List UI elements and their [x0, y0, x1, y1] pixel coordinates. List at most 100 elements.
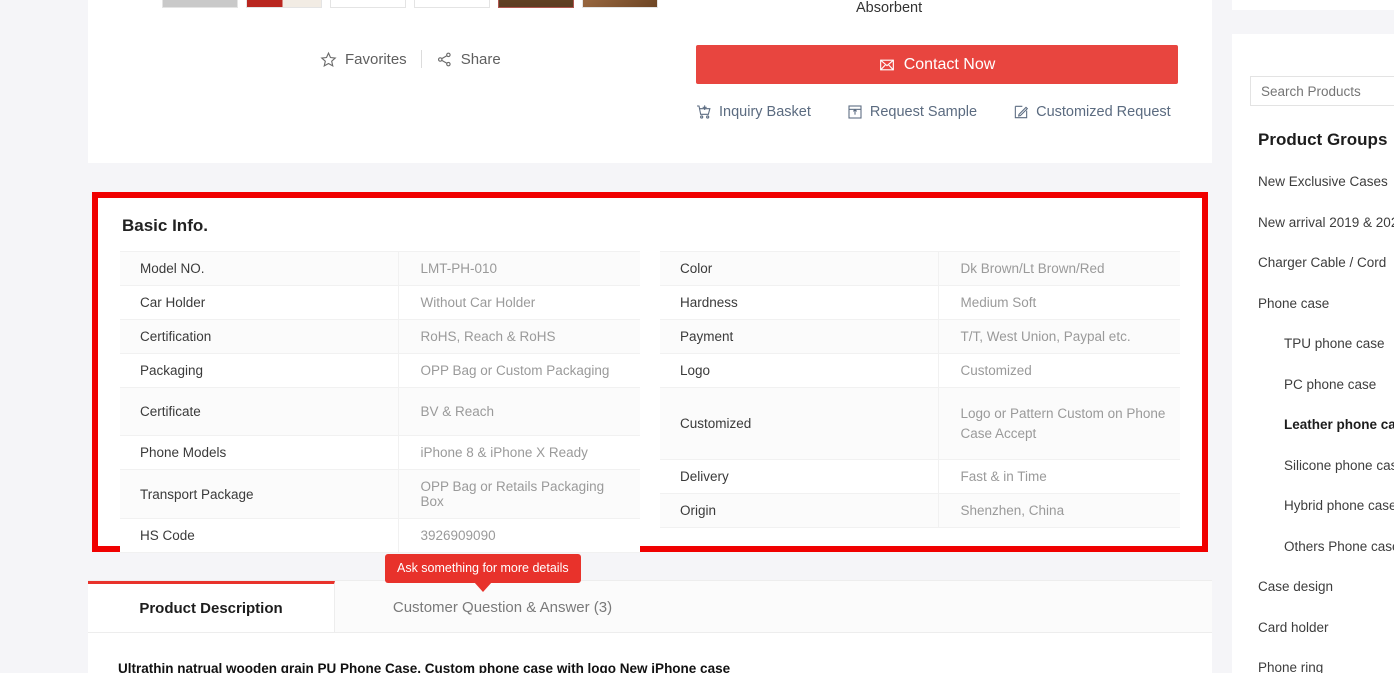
- table-row: Phone ModelsiPhone 8 & iPhone X Ready: [120, 436, 640, 470]
- tab-customer-question-answer[interactable]: Customer Question & Answer (3): [335, 581, 670, 633]
- row-value: Without Car Holder: [398, 286, 640, 320]
- tab-label: Product Description: [139, 600, 282, 617]
- share-icon: [436, 51, 453, 68]
- row-key: Packaging: [120, 354, 398, 388]
- basic-info-table-right: ColorDk Brown/Lt Brown/Red HardnessMediu…: [660, 251, 1180, 528]
- row-value: iPhone 8 & iPhone X Ready: [398, 436, 640, 470]
- thumbnail-strip: [162, 0, 658, 8]
- sidebar-item-new-exclusive-cases[interactable]: New Exclusive Cases: [1258, 162, 1394, 203]
- thumbnail-6[interactable]: [582, 0, 658, 8]
- inquiry-basket-link[interactable]: Inquiry Basket: [696, 104, 811, 120]
- thumbnail-4[interactable]: [414, 0, 490, 8]
- table-row: Transport PackageOPP Bag or Retails Pack…: [120, 470, 640, 519]
- table-row: Car HolderWithout Car Holder: [120, 286, 640, 320]
- search-input[interactable]: [1250, 76, 1394, 106]
- feature-label: Absorbent: [856, 0, 922, 16]
- sidebar-item-hybrid-phone-case[interactable]: Hybrid phone case: [1258, 486, 1394, 527]
- sidebar-item-silicone-phone-case[interactable]: Silicone phone case: [1258, 446, 1394, 487]
- favorites-button[interactable]: Favorites: [306, 51, 421, 68]
- thumbnail-2[interactable]: [246, 0, 322, 8]
- row-value: T/T, West Union, Paypal etc.: [938, 320, 1180, 354]
- sidebar-item-label: Leather phone case: [1284, 417, 1394, 432]
- row-value: OPP Bag or Retails Packaging Box: [398, 470, 640, 519]
- table-row: Model NO.LMT-PH-010: [120, 252, 640, 286]
- sidebar-item-case-design[interactable]: Case design: [1258, 567, 1394, 608]
- customized-request-link[interactable]: Customized Request: [1013, 104, 1171, 120]
- sidebar-item-label: Silicone phone case: [1284, 458, 1394, 473]
- box-icon: [847, 104, 863, 120]
- row-value: OPP Bag or Custom Packaging: [398, 354, 640, 388]
- sidebar-item-tpu-phone-case[interactable]: TPU phone case: [1258, 324, 1394, 365]
- product-groups-title: Product Groups: [1258, 130, 1387, 150]
- tooltip-text: Ask something for more details: [397, 561, 569, 575]
- table-row: HS Code3926909090: [120, 519, 640, 553]
- row-value: Fast & in Time: [938, 460, 1180, 494]
- description-heading: Ultrathin natrual wooden grain PU Phone …: [118, 661, 730, 673]
- favorites-share-bar: Favorites Share: [306, 50, 515, 68]
- contact-now-button[interactable]: Contact Now: [696, 45, 1178, 84]
- row-value: LMT-PH-010: [398, 252, 640, 286]
- sidebar-item-pc-phone-case[interactable]: PC phone case: [1258, 365, 1394, 406]
- basic-info-title: Basic Info.: [122, 216, 208, 236]
- envelope-icon: [879, 57, 895, 73]
- sidebar-item-label: New Exclusive Cases: [1258, 174, 1388, 189]
- sidebar-item-label: TPU phone case: [1284, 336, 1385, 351]
- favorites-label: Favorites: [345, 51, 407, 68]
- table-row: DeliveryFast & in Time: [660, 460, 1180, 494]
- sidebar-item-leather-phone-case[interactable]: Leather phone case: [1258, 405, 1394, 446]
- request-sample-label: Request Sample: [870, 104, 977, 120]
- row-key: Certificate: [120, 388, 398, 436]
- table-row: CertificateBV & Reach: [120, 388, 640, 436]
- sidebar-item-phone-ring[interactable]: Phone ring: [1258, 648, 1394, 673]
- row-value: Shenzhen, China: [938, 494, 1180, 528]
- sidebar-item-charger-cable-cord[interactable]: Charger Cable / Cord: [1258, 243, 1394, 284]
- tab-product-description[interactable]: Product Description: [88, 581, 335, 633]
- table-row: CertificationRoHS, Reach & RoHS: [120, 320, 640, 354]
- row-value: Dk Brown/Lt Brown/Red: [938, 252, 1180, 286]
- thumbnail-1[interactable]: [162, 0, 238, 8]
- row-key: Delivery: [660, 460, 938, 494]
- ask-something-tooltip: Ask something for more details: [385, 554, 581, 583]
- table-row: CustomizedLogo or Pattern Custom on Phon…: [660, 388, 1180, 460]
- table-row: PaymentT/T, West Union, Paypal etc.: [660, 320, 1180, 354]
- request-sample-link[interactable]: Request Sample: [847, 104, 977, 120]
- sidebar-item-label: Case design: [1258, 579, 1333, 594]
- row-key: Color: [660, 252, 938, 286]
- row-key: Phone Models: [120, 436, 398, 470]
- pencil-square-icon: [1013, 104, 1029, 120]
- row-key: Origin: [660, 494, 938, 528]
- sidebar-item-others-phone-case[interactable]: Others Phone case: [1258, 527, 1394, 568]
- product-groups-list: New Exclusive Cases New arrival 2019 & 2…: [1258, 162, 1394, 673]
- cart-icon: [696, 104, 712, 120]
- contact-now-label: Contact Now: [904, 56, 996, 74]
- table-row: OriginShenzhen, China: [660, 494, 1180, 528]
- row-value: Customized: [938, 354, 1180, 388]
- thumbnail-5-selected[interactable]: [498, 0, 574, 8]
- thumbnail-3[interactable]: [330, 0, 406, 8]
- row-value: 3926909090: [398, 519, 640, 553]
- sidebar-item-phone-case[interactable]: Phone case: [1258, 284, 1394, 325]
- sidebar-item-label: Hybrid phone case: [1284, 498, 1394, 513]
- row-key: HS Code: [120, 519, 398, 553]
- row-key: Payment: [660, 320, 938, 354]
- sidebar-item-card-holder[interactable]: Card holder: [1258, 608, 1394, 649]
- secondary-action-links: Inquiry Basket Request Sample Customiz: [696, 104, 1171, 120]
- row-value: RoHS, Reach & RoHS: [398, 320, 640, 354]
- sidebar-top-panel: [1232, 0, 1394, 10]
- row-key: Transport Package: [120, 470, 398, 519]
- star-icon: [320, 51, 337, 68]
- row-key: Customized: [660, 388, 938, 460]
- inquiry-basket-label: Inquiry Basket: [719, 104, 811, 120]
- row-key: Model NO.: [120, 252, 398, 286]
- page-root: Favorites Share Absorbent Contact Now: [0, 0, 1394, 673]
- share-button[interactable]: Share: [422, 51, 515, 68]
- row-key: Hardness: [660, 286, 938, 320]
- sidebar-item-label: Card holder: [1258, 620, 1329, 635]
- table-row: HardnessMedium Soft: [660, 286, 1180, 320]
- sidebar-item-new-arrival[interactable]: New arrival 2019 & 2020: [1258, 203, 1394, 244]
- sidebar-item-label: Phone case: [1258, 296, 1329, 311]
- sidebar-item-label: Phone ring: [1258, 660, 1323, 673]
- basic-info-table-left: Model NO.LMT-PH-010 Car HolderWithout Ca…: [120, 251, 640, 553]
- row-value: Medium Soft: [938, 286, 1180, 320]
- sidebar-item-label: New arrival 2019 & 2020: [1258, 215, 1394, 230]
